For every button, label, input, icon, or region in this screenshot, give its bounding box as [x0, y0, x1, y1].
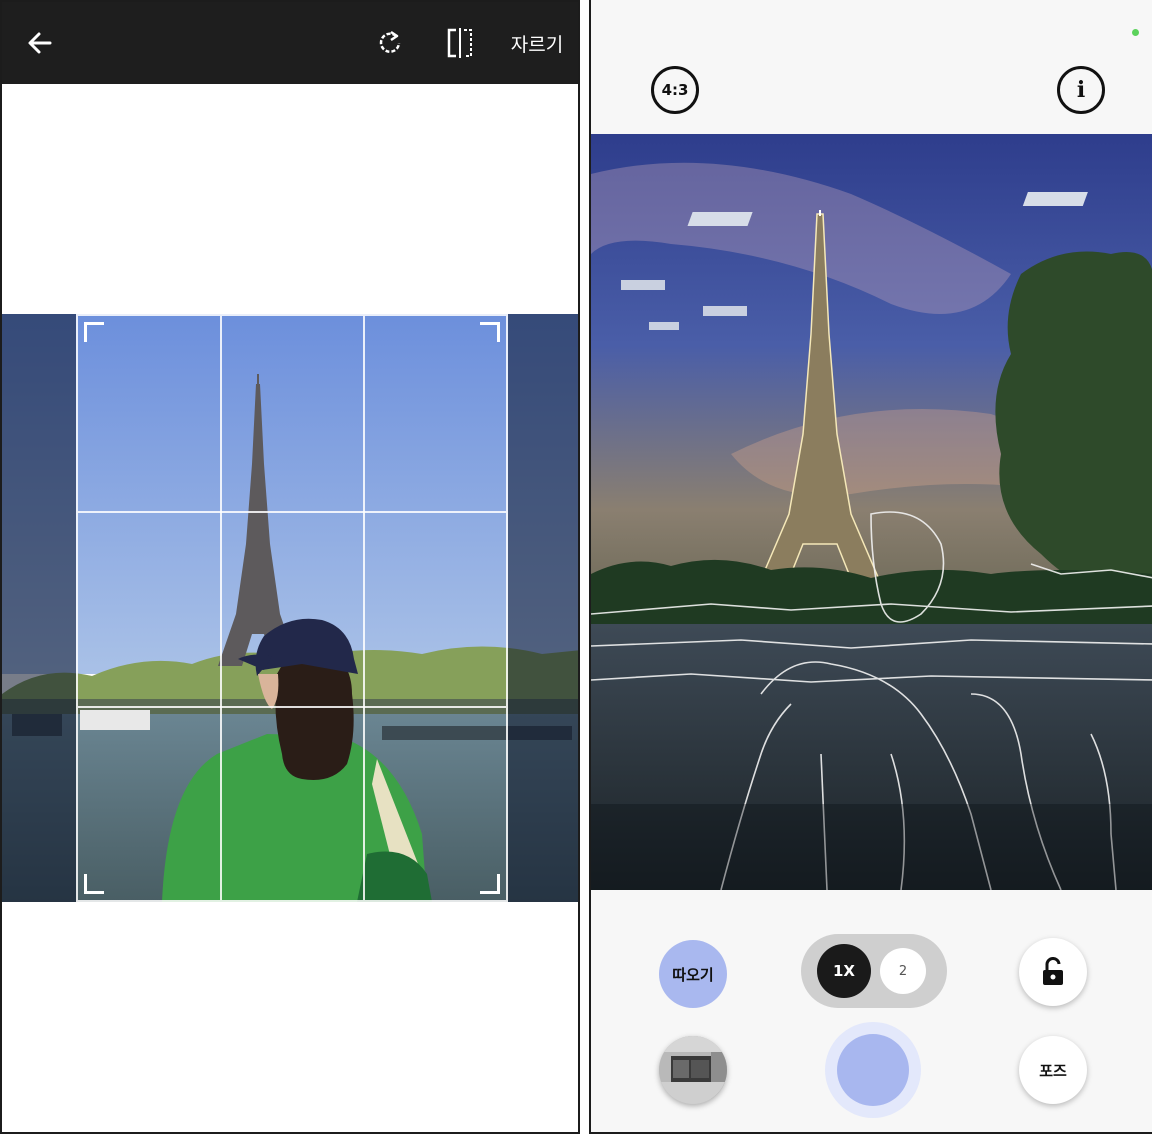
- crop-handle-top-left[interactable]: [84, 322, 104, 342]
- rotate-button[interactable]: [368, 2, 412, 84]
- gallery-thumbnail-button[interactable]: [659, 1036, 727, 1104]
- rotate-icon: [379, 30, 401, 53]
- crop-frame[interactable]: [76, 314, 508, 902]
- flip-button[interactable]: [438, 2, 482, 84]
- grid-line: [220, 316, 222, 900]
- crop-toolbar: 자르기: [2, 2, 578, 84]
- grid-line: [363, 316, 365, 900]
- camera-screen: 4:3 i 따오기 1X 2 포즈: [589, 0, 1152, 1134]
- gallery-thumbnail-image: [659, 1036, 727, 1104]
- crop-handle-bottom-left[interactable]: [84, 874, 104, 894]
- unlock-icon: [1043, 957, 1063, 985]
- grid-line: [78, 706, 506, 708]
- pose-button[interactable]: 포즈: [1019, 1036, 1087, 1104]
- crop-handle-top-right[interactable]: [480, 322, 500, 342]
- flip-horizontal-icon: [447, 28, 472, 58]
- camera-preview-image: [591, 134, 1152, 890]
- status-indicator-dot: [1132, 29, 1139, 36]
- back-button[interactable]: [18, 2, 62, 84]
- info-button[interactable]: i: [1057, 66, 1105, 114]
- crop-handle-bottom-right[interactable]: [480, 874, 500, 894]
- camera-preview[interactable]: [591, 134, 1152, 890]
- zoom-2x-option[interactable]: 2: [880, 948, 926, 994]
- zoom-toggle[interactable]: 1X 2: [801, 934, 947, 1008]
- zoom-1x-option[interactable]: 1X: [817, 944, 871, 998]
- crop-screen: 자르기: [0, 0, 580, 1134]
- arrow-left-icon: [28, 32, 52, 54]
- lock-button[interactable]: [1019, 938, 1087, 1006]
- crop-button[interactable]: 자르기: [502, 2, 572, 84]
- shutter-button[interactable]: [825, 1022, 921, 1118]
- trace-button[interactable]: 따오기: [659, 940, 727, 1008]
- aspect-ratio-button[interactable]: 4:3: [651, 66, 699, 114]
- shutter-inner: [837, 1034, 909, 1106]
- grid-line: [78, 511, 506, 513]
